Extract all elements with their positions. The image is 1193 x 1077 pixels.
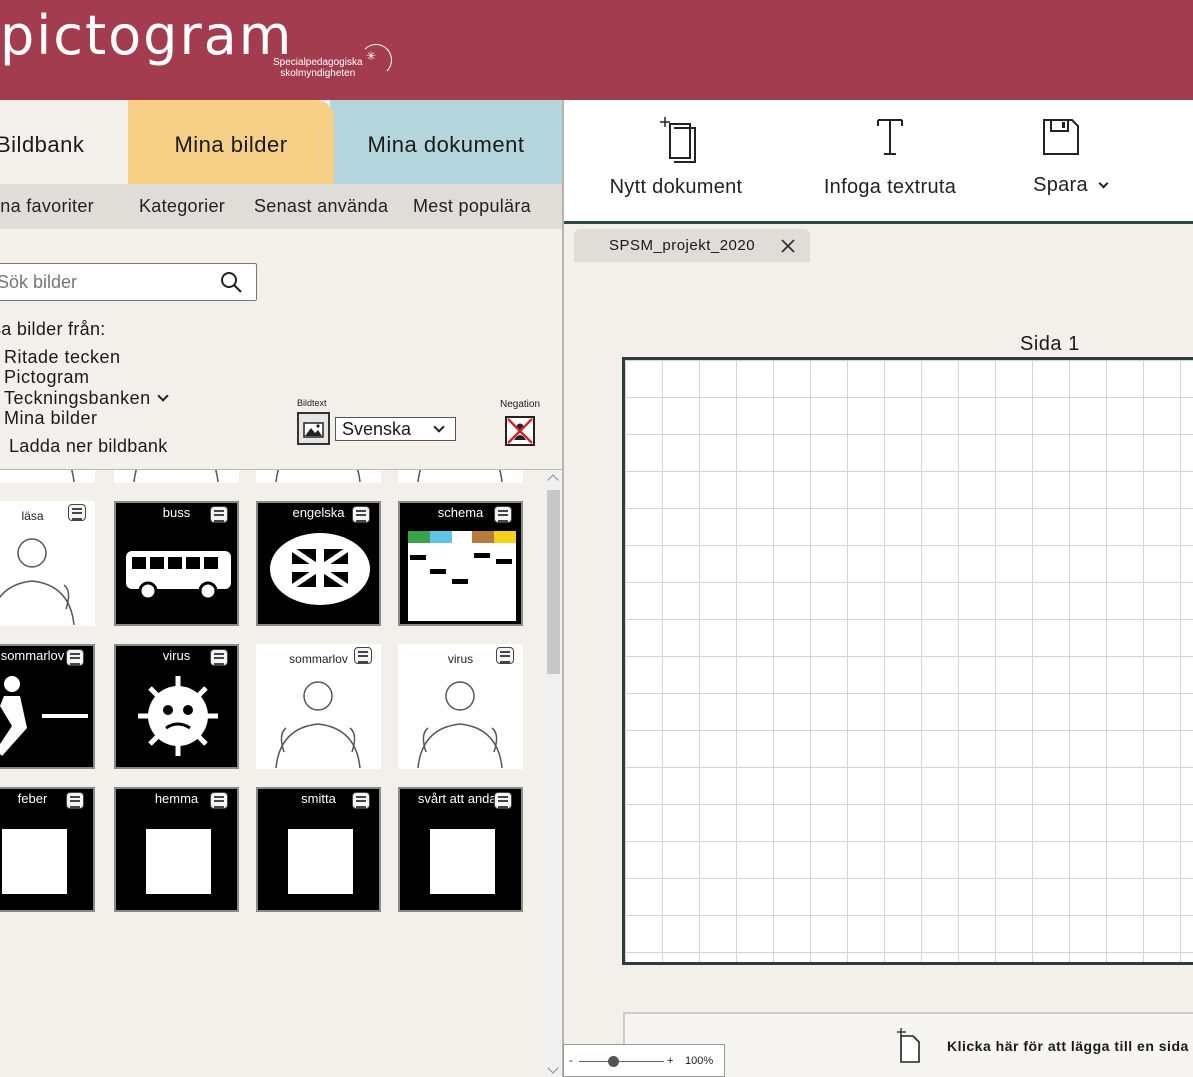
document-toolbar: Nytt dokument Infoga textruta Spara — [564, 100, 1193, 224]
subnav-categories[interactable]: Kategorier — [139, 196, 225, 217]
language-value: Svenska — [342, 419, 412, 439]
close-icon[interactable] — [780, 238, 796, 254]
negation-toggle[interactable] — [505, 416, 535, 446]
picture-card[interactable]: schema — [398, 501, 523, 626]
picture-card[interactable]: kemi — [398, 470, 523, 483]
new-document-label: Nytt dokument — [609, 176, 743, 198]
document-page[interactable] — [622, 357, 1193, 965]
subnav-recent[interactable]: Senast använda — [254, 196, 388, 217]
picture-card[interactable]: skola — [0, 470, 95, 483]
pictogram-image — [133, 470, 219, 483]
insert-textbox-label: Infoga textruta — [823, 176, 957, 198]
document-tab[interactable]: SPSM_projekt_2020 — [574, 229, 810, 262]
zoom-slider-thumb[interactable] — [608, 1056, 619, 1067]
pictogram-image — [70, 470, 75, 483]
zoom-track[interactable] — [579, 1061, 664, 1062]
negation-icon — [507, 418, 533, 444]
zoom-value: 100% — [685, 1055, 714, 1067]
card-menu-icon[interactable] — [210, 792, 228, 809]
card-menu-icon[interactable] — [66, 792, 84, 809]
source-mina-bilder[interactable]: Mina bilder — [4, 408, 98, 429]
card-menu-icon[interactable] — [494, 792, 512, 809]
tab-bildbank[interactable]: Bildbank — [0, 100, 128, 184]
chevron-down-icon — [433, 421, 445, 433]
zoom-control: - + 100% — [563, 1044, 725, 1077]
save-icon — [1043, 119, 1079, 155]
picture-card[interactable]: sommarlov — [0, 644, 95, 769]
page-title: Sida 1 — [1020, 333, 1080, 355]
pictogram-image — [275, 470, 361, 483]
search-input[interactable] — [0, 264, 211, 300]
card-menu-icon[interactable] — [354, 647, 372, 664]
tab-mina-dokument[interactable]: Mina dokument — [330, 100, 562, 184]
language-select[interactable]: Svenska — [335, 417, 456, 441]
app-header: pictogram Specialpedagogiska skolmyndigh… — [0, 0, 1193, 100]
add-page-label: Klicka här för att lägga till en sida — [947, 1038, 1189, 1054]
source-pictogram[interactable]: Pictogram — [4, 367, 90, 388]
image-icon — [303, 422, 324, 438]
source-ritade-tecken[interactable]: Ritade tecken — [4, 347, 121, 368]
org-name-line2: skolmyndigheten — [280, 68, 356, 79]
picture-card[interactable]: matematik — [256, 470, 381, 483]
subnav-popular[interactable]: Mest populära — [413, 196, 531, 217]
source-teckningsbanken[interactable]: Teckningsbanken — [4, 388, 169, 409]
bildbank-subnav: ina favoriter Kategorier Senast använda … — [0, 184, 562, 229]
card-menu-icon[interactable] — [352, 506, 370, 523]
new-document-icon — [660, 117, 696, 163]
search-box — [0, 263, 257, 301]
search-icon[interactable] — [220, 271, 242, 293]
card-menu-icon[interactable] — [352, 792, 370, 809]
image-bank-panel: Mina dokument Mina bilder Bildbank ina f… — [0, 100, 562, 1077]
scroll-thumb[interactable] — [547, 490, 560, 674]
save-button[interactable]: Spara — [1026, 100, 1114, 220]
negation-label: Negation — [500, 399, 541, 410]
card-menu-icon[interactable] — [494, 506, 512, 523]
card-menu-icon[interactable] — [496, 647, 514, 664]
app-logo: pictogram — [0, 4, 294, 67]
picture-card[interactable]: feber — [0, 787, 95, 912]
subnav-favorites[interactable]: ina favoriter — [0, 196, 94, 217]
card-menu-icon[interactable] — [210, 506, 228, 523]
panel-tabs: Mina dokument Mina bilder Bildbank — [0, 100, 562, 184]
tab-mina-bilder[interactable]: Mina bilder — [128, 100, 334, 184]
chevron-down-icon[interactable] — [1098, 178, 1109, 189]
org-name-line1: Specialpedagogiska — [273, 57, 363, 68]
picture-card[interactable]: hemma — [114, 787, 239, 912]
save-label: Spara — [1026, 174, 1114, 197]
insert-textbox-button[interactable]: Infoga textruta — [816, 100, 964, 220]
grid-scrollbar[interactable] — [545, 470, 562, 1077]
picture-card[interactable]: svårt att andas — [398, 787, 523, 912]
chevron-down-icon[interactable] — [156, 390, 169, 402]
picture-card[interactable]: buss — [114, 501, 239, 626]
bildtext-toggle[interactable] — [297, 412, 330, 445]
picture-card[interactable]: engelska — [256, 501, 381, 626]
add-page-icon — [897, 1028, 920, 1063]
scroll-up-icon[interactable] — [547, 474, 559, 486]
card-menu-icon[interactable] — [66, 649, 84, 666]
picture-card[interactable]: smitta — [256, 787, 381, 912]
org-logo-icon: ✳ — [360, 44, 392, 76]
download-bank-link[interactable]: Ladda ner bildbank — [9, 436, 168, 457]
picture-card[interactable]: virus — [114, 644, 239, 769]
zoom-in-button[interactable]: + — [667, 1055, 673, 1067]
zoom-out-button[interactable]: - — [569, 1055, 573, 1067]
text-icon — [877, 119, 903, 155]
picture-card[interactable]: läsa — [0, 501, 95, 626]
new-document-button[interactable]: Nytt dokument — [600, 100, 752, 220]
card-menu-icon[interactable] — [68, 504, 86, 521]
picture-card[interactable]: rast — [114, 470, 239, 483]
picture-card[interactable]: sommarlov — [256, 644, 381, 769]
scroll-down-icon[interactable] — [547, 1062, 559, 1074]
picture-grid: skolaarbeta i bänkenrastmatskolarastmate… — [0, 470, 545, 1077]
org-name: Specialpedagogiska skolmyndigheten — [273, 57, 363, 79]
document-tab-label: SPSM_projekt_2020 — [609, 237, 756, 254]
save-label-text: Spara — [1033, 174, 1088, 196]
bildtext-label: Bildtext — [297, 398, 327, 408]
pictogram-image — [417, 470, 503, 483]
picture-card[interactable]: virus — [398, 644, 523, 769]
card-menu-icon[interactable] — [210, 649, 228, 666]
sources-title: sa bilder från: — [0, 319, 106, 339]
source-teckningsbanken-label: Teckningsbanken — [4, 388, 151, 408]
